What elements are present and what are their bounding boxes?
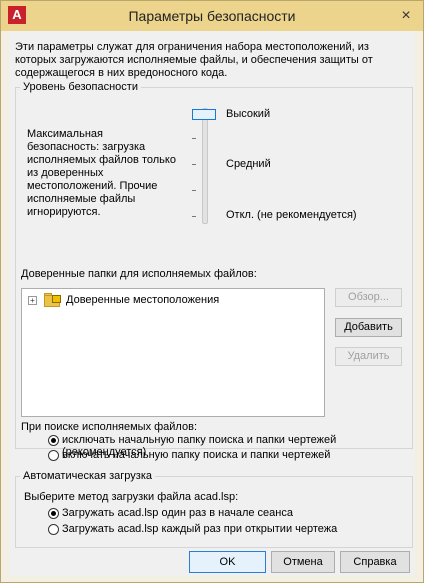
search-include-label[interactable]: включать начальную папку поиска и папки …: [62, 449, 330, 461]
autoload-each-radio[interactable]: [48, 524, 59, 535]
lock-icon: [52, 295, 61, 303]
dialog-body: Эти параметры служат для ограничения наб…: [9, 31, 415, 576]
security-level-label: Уровень безопасности: [20, 81, 141, 93]
help-button[interactable]: Справка: [340, 551, 410, 573]
security-level-description: Максимальная безопасность: загрузка испо…: [27, 128, 176, 218]
search-exclude-radio[interactable]: [48, 435, 59, 446]
expand-icon[interactable]: +: [28, 296, 37, 305]
search-include-radio[interactable]: [48, 450, 59, 461]
security-level-slider[interactable]: [202, 108, 208, 224]
browse-button[interactable]: Обзор...: [335, 288, 402, 307]
add-button[interactable]: Добавить: [335, 318, 402, 337]
security-level-group: Уровень безопасности Максимальная безопа…: [15, 81, 413, 449]
title-bar[interactable]: A Параметры безопасности ×: [1, 1, 423, 31]
cancel-button[interactable]: Отмена: [271, 551, 335, 573]
ok-button[interactable]: OK: [189, 551, 266, 573]
slider-tick: [192, 138, 196, 139]
tree-item-trusted-locations[interactable]: Доверенные местоположения: [66, 294, 219, 306]
level-off-label: Откл. (не рекомендуется): [226, 209, 357, 221]
slider-tick: [192, 216, 196, 217]
slider-tick: [192, 190, 196, 191]
autoload-once-label[interactable]: Загружать acad.lsp один раз в начале сеа…: [62, 507, 293, 519]
dialog-title: Параметры безопасности: [128, 8, 296, 24]
close-icon[interactable]: ×: [395, 7, 417, 25]
autoload-once-radio[interactable]: [48, 508, 59, 519]
trusted-folders-label: Доверенные папки для исполняемых файлов:: [21, 268, 257, 280]
search-label: При поиске исполняемых файлов:: [21, 421, 197, 433]
remove-button[interactable]: Удалить: [335, 347, 402, 366]
level-high-label: Высокий: [226, 108, 271, 120]
level-medium-label: Средний: [226, 158, 271, 170]
slider-tick: [192, 164, 196, 165]
autoload-prompt: Выберите метод загрузки файла acad.lsp:: [24, 491, 239, 503]
autoload-label: Автоматическая загрузка: [20, 470, 156, 482]
security-level-slider-thumb[interactable]: [192, 109, 216, 120]
intro-text: Эти параметры служат для ограничения наб…: [15, 41, 373, 79]
autoload-each-label[interactable]: Загружать acad.lsp каждый раз при открыт…: [62, 523, 337, 535]
trusted-folders-tree[interactable]: + Доверенные местоположения: [21, 288, 325, 417]
security-options-dialog: A Параметры безопасности × Эти параметры…: [0, 0, 424, 583]
